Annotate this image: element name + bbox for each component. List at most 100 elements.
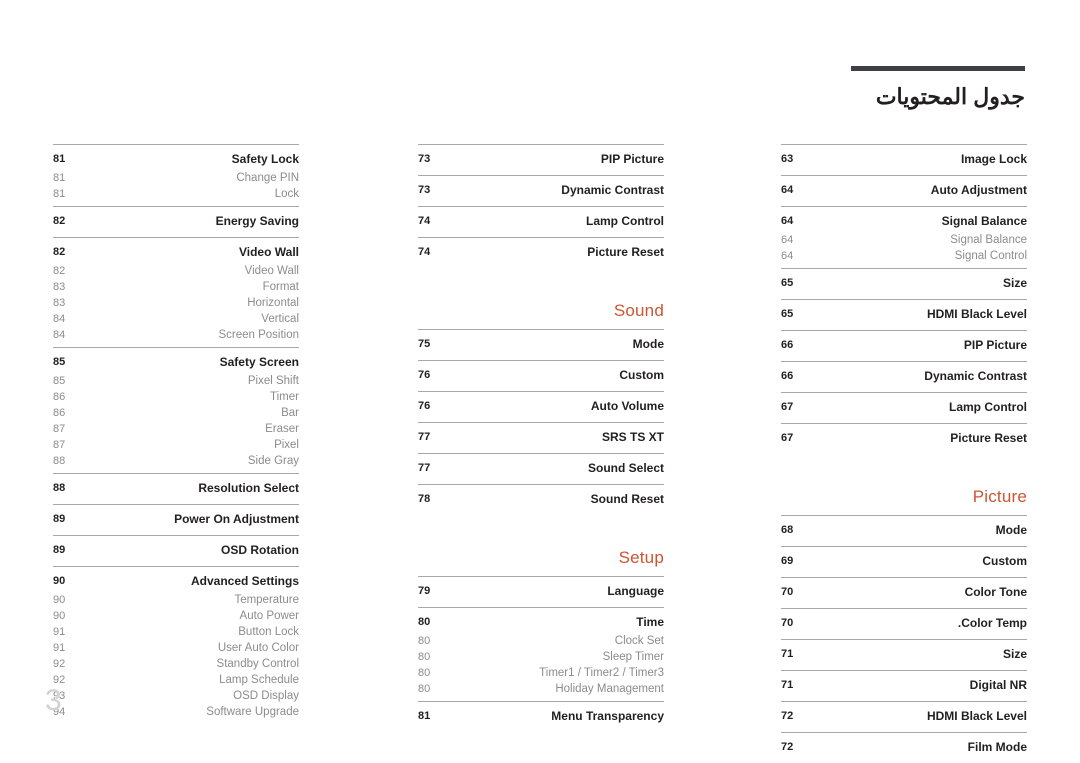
toc-entry[interactable]: 82 Energy Saving xyxy=(53,211,299,232)
toc-subentry[interactable]: 88 Side Gray xyxy=(53,453,299,469)
toc-entry[interactable]: 64 Auto Adjustment xyxy=(781,180,1027,201)
toc-entry-label: Lamp Schedule xyxy=(219,674,299,686)
toc-page-number: 66 xyxy=(781,339,794,351)
toc-subentry[interactable]: 91 Button Lock xyxy=(53,624,299,640)
toc-page-number: 65 xyxy=(781,277,794,289)
toc-entry[interactable]: 74 Picture Reset xyxy=(418,242,664,263)
title-rule xyxy=(851,66,1025,71)
toc-subentry[interactable]: 93 OSD Display xyxy=(53,688,299,704)
toc-entry[interactable]: 89 OSD Rotation xyxy=(53,540,299,561)
toc-subentry[interactable]: 85 Pixel Shift xyxy=(53,373,299,389)
toc-subentry[interactable]: 94 Software Upgrade xyxy=(53,704,299,720)
toc-entry[interactable]: 90 Advanced Settings xyxy=(53,571,299,592)
toc-group: 73 PIP Picture xyxy=(418,144,664,175)
toc-entry[interactable]: 69 Custom xyxy=(781,551,1027,572)
toc-entry[interactable]: 77 SRS TS XT xyxy=(418,427,664,448)
toc-entry[interactable]: 67 Lamp Control xyxy=(781,397,1027,418)
toc-entry[interactable]: 82 Video Wall xyxy=(53,242,299,263)
toc-entry[interactable]: 77 Sound Select xyxy=(418,458,664,479)
toc-subentry[interactable]: 84 Vertical xyxy=(53,311,299,327)
toc-subentry[interactable]: 84 Screen Position xyxy=(53,327,299,343)
toc-entry-label: Signal Control xyxy=(954,250,1027,262)
toc-entry[interactable]: 71 Digital NR xyxy=(781,675,1027,696)
toc-entry[interactable]: 76 Custom xyxy=(418,365,664,386)
toc-entry[interactable]: 70 .Color Temp xyxy=(781,613,1027,634)
toc-entry[interactable]: 70 Color Tone xyxy=(781,582,1027,603)
toc-page-number: 90 xyxy=(53,575,66,587)
toc-entry[interactable]: 72 HDMI Black Level xyxy=(781,706,1027,727)
section-heading: Picture xyxy=(972,487,1027,506)
toc-entry[interactable]: 71 Size xyxy=(781,644,1027,665)
toc-entry[interactable]: 81 Safety Lock xyxy=(53,149,299,170)
toc-subentry[interactable]: 86 Bar xyxy=(53,405,299,421)
toc-entry-label: HDMI Black Level xyxy=(926,709,1027,723)
toc-subentry[interactable]: 92 Standby Control xyxy=(53,656,299,672)
toc-entry-label: HDMI Black Level xyxy=(926,307,1027,321)
toc-entry[interactable]: 67 Picture Reset xyxy=(781,428,1027,449)
toc-entry-label: Side Gray xyxy=(247,455,299,467)
toc-entry[interactable]: 73 Dynamic Contrast xyxy=(418,180,664,201)
toc-subentry[interactable]: 64 Signal Control xyxy=(781,248,1027,264)
toc-subentry[interactable]: 81 Lock xyxy=(53,186,299,202)
toc-entry-label: Auto Adjustment xyxy=(930,183,1027,197)
toc-group: 72 HDMI Black Level xyxy=(781,701,1027,732)
toc-entry[interactable]: 73 PIP Picture xyxy=(418,149,664,170)
toc-entry[interactable]: 80 Time xyxy=(418,612,664,633)
toc-entry[interactable]: 63 Image Lock xyxy=(781,149,1027,170)
toc-entry-label: Safety Lock xyxy=(231,152,299,166)
toc-subentry[interactable]: 87 Pixel xyxy=(53,437,299,453)
toc-subentry[interactable]: 80 Holiday Management xyxy=(418,681,664,697)
toc-page-number: 80 xyxy=(418,651,431,663)
toc-group: 72 Film Mode xyxy=(781,732,1027,763)
toc-subentry[interactable]: 90 Auto Power xyxy=(53,608,299,624)
toc-group: 64 Auto Adjustment xyxy=(781,175,1027,206)
toc-entry[interactable]: 76 Auto Volume xyxy=(418,396,664,417)
toc-entry[interactable]: 64 Signal Balance xyxy=(781,211,1027,232)
toc-entry[interactable]: 88 Resolution Select xyxy=(53,478,299,499)
toc-subentry[interactable]: 86 Timer xyxy=(53,389,299,405)
toc-group: 74 Picture Reset xyxy=(418,237,664,268)
toc-group: 74 Lamp Control xyxy=(418,206,664,237)
toc-entry[interactable]: 72 Film Mode xyxy=(781,737,1027,758)
toc-entry[interactable]: 79 Language xyxy=(418,581,664,602)
toc-entry-label: Safety Screen xyxy=(219,355,299,369)
toc-group: 70 .Color Temp xyxy=(781,608,1027,639)
toc-page-number: 91 xyxy=(53,626,66,638)
toc-page-number: 63 xyxy=(781,153,794,165)
toc-entry-label: Button Lock xyxy=(238,626,299,638)
toc-page-number: 70 xyxy=(781,617,794,629)
toc-entry[interactable]: 89 Power On Adjustment xyxy=(53,509,299,530)
toc-entry[interactable]: 68 Mode xyxy=(781,520,1027,541)
toc-subentry[interactable]: 82 Video Wall xyxy=(53,263,299,279)
toc-subentry[interactable]: 80 Clock Set xyxy=(418,633,664,649)
toc-entry[interactable]: 65 Size xyxy=(781,273,1027,294)
toc-page-number: 67 xyxy=(781,432,794,444)
toc-subentry[interactable]: 83 Horizontal xyxy=(53,295,299,311)
toc-page-number: 90 xyxy=(53,610,66,622)
toc-entry[interactable]: 66 PIP Picture xyxy=(781,335,1027,356)
toc-entry[interactable]: 75 Mode xyxy=(418,334,664,355)
toc-subentry[interactable]: 81 Change PIN xyxy=(53,170,299,186)
toc-page-number: 76 xyxy=(418,369,431,381)
toc-entry-label: Eraser xyxy=(265,423,299,435)
toc-subentry[interactable]: 90 Temperature xyxy=(53,592,299,608)
toc-group: 80 Time 80 Clock Set 80 Sleep Timer 80 Timer1 /… xyxy=(418,607,664,701)
toc-entry[interactable]: 85 Safety Screen xyxy=(53,352,299,373)
toc-entry-label: Energy Saving xyxy=(215,214,299,228)
toc-subentry[interactable]: 91 User Auto Color xyxy=(53,640,299,656)
toc-subentry[interactable]: 87 Eraser xyxy=(53,421,299,437)
toc-subentry[interactable]: 92 Lamp Schedule xyxy=(53,672,299,688)
toc-page-number: 74 xyxy=(418,246,431,258)
toc-subentry[interactable]: 64 Signal Balance xyxy=(781,232,1027,248)
toc-group: 90 Advanced Settings 90 Temperature 90 Auto P… xyxy=(53,566,299,724)
toc-entry[interactable]: 81 Menu Transparency xyxy=(418,706,664,727)
toc-subentry[interactable]: 83 Format xyxy=(53,279,299,295)
toc-entry[interactable]: 66 Dynamic Contrast xyxy=(781,366,1027,387)
toc-subentry[interactable]: 80 Timer1 / Timer2 / Timer3 xyxy=(418,665,664,681)
toc-page-number: 89 xyxy=(53,544,66,556)
toc-entry[interactable]: 78 Sound Reset xyxy=(418,489,664,510)
toc-entry[interactable]: 65 HDMI Black Level xyxy=(781,304,1027,325)
toc-entry[interactable]: 74 Lamp Control xyxy=(418,211,664,232)
toc-subentry[interactable]: 80 Sleep Timer xyxy=(418,649,664,665)
toc-group: 63 Image Lock xyxy=(781,144,1027,175)
